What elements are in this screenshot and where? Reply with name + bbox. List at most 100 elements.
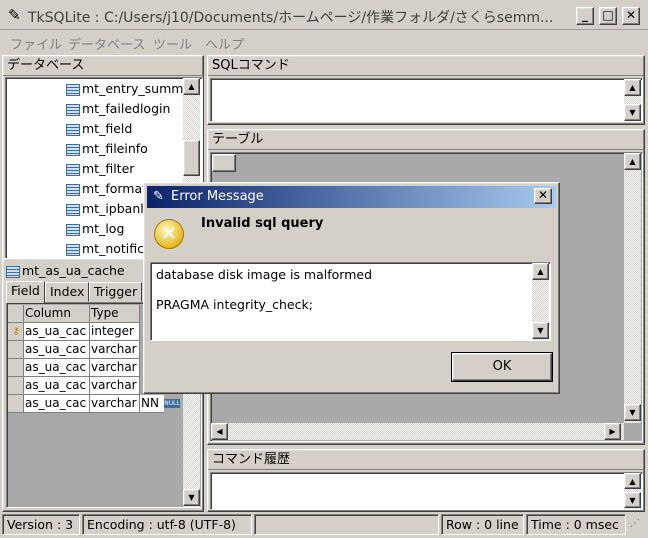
feather-icon: ✎ [153,189,164,204]
menu-file[interactable]: ファイル [10,34,62,53]
table-icon [66,83,80,96]
error-detail[interactable]: database disk image is malformed PRAGMA … [150,262,551,341]
scroll-up-arrow[interactable]: ▲ [183,78,200,95]
tree-item-label: mt_log [82,221,125,236]
detail-scrollbar[interactable]: ▲ ▼ [532,263,549,340]
tab-index[interactable]: Index [45,282,90,302]
tree-item[interactable]: mt_entry_summ [66,79,183,99]
sql-scroll-up[interactable]: ▲ [624,79,641,96]
column-name-cell[interactable]: as_ua_cac [24,341,90,359]
sql-scrollbar[interactable]: ▲ ▼ [624,79,641,121]
row-header[interactable] [8,341,24,359]
tree-item[interactable]: mt_ipbanli [66,199,147,219]
history-list[interactable]: ▲ ▼ [210,472,643,510]
menu-tools[interactable]: ツール [153,34,192,53]
table-name: mt_as_ua_cache [6,262,125,280]
history-scroll-up[interactable]: ▲ [624,473,641,489]
table-vscroll[interactable]: ▲ ▼ [624,153,641,423]
tree-item-label: mt_entry_summ [82,81,184,96]
tree-item[interactable]: mt_notific [66,239,144,259]
column-name-cell[interactable]: as_ua_cac [24,377,90,395]
tree-item[interactable]: mt_failedlogin [66,99,170,119]
tree-item-label: mt_fileinfo [82,141,148,156]
table-icon [66,163,80,176]
tree-item[interactable]: mt_filter [66,159,134,179]
status-row: Row : 0 line [441,514,524,535]
corner-header [212,154,236,172]
close-button[interactable]: ✕ [622,7,640,25]
tree-item[interactable]: mt_fileinfo [66,139,148,159]
column-name-cell[interactable]: as_ua_cac [24,323,90,341]
history-scrollbar[interactable]: ▲ ▼ [624,473,641,509]
window-title: TkSQLite : C:/Users/j10/Documents/ホームページ… [28,10,554,26]
row-header[interactable] [8,395,24,413]
column-type-cell[interactable]: varchar [90,377,140,395]
table-hscroll[interactable]: ◀ ▶ [211,423,624,440]
table-view-title: テーブル [208,130,644,150]
error-icon: ✕ [154,219,184,249]
sql-scroll-down[interactable]: ▼ [624,104,641,121]
column-type-cell[interactable]: varchar [90,395,140,413]
column-type-cell[interactable]: varchar [90,341,140,359]
ok-button[interactable]: OK [451,352,553,382]
table-icon [66,123,80,136]
column-header-type[interactable]: Type [90,305,140,323]
database-panel-title: データベース [3,56,203,76]
table-icon [66,183,80,196]
tab-field[interactable]: Field [6,281,45,303]
error-dialog: ✎ Error Message ✕ ✕ Invalid sql query da… [143,182,560,394]
minimize-button[interactable]: _ [576,7,594,25]
column-header-key[interactable] [8,305,24,323]
column-name-cell[interactable]: as_ua_cac [24,359,90,377]
tree-item[interactable]: mt_format [66,179,147,199]
table-icon [66,203,80,216]
sql-input[interactable]: ▲ ▼ [210,78,643,122]
scroll-down-arrow[interactable]: ▼ [183,489,200,506]
menu-bar: ファイル データベース ツール ヘルプ [0,31,648,53]
table-scroll-up[interactable]: ▲ [624,153,641,170]
tree-item-label: mt_filter [82,161,135,176]
key-icon[interactable]: ⚷ [8,323,24,341]
dialog-close-button[interactable]: ✕ [534,188,552,204]
table-scroll-right[interactable]: ▶ [604,423,621,440]
menu-database[interactable]: データベース [68,34,145,53]
tree-item-label: mt_field [82,121,133,136]
table-scroll-left[interactable]: ◀ [211,423,228,440]
feather-icon: ✎ [8,6,21,24]
status-version: Version : 3 [2,514,80,535]
row-header[interactable] [8,377,24,395]
column-name-cell[interactable]: as_ua_cac [24,395,90,413]
status-blank [254,514,439,535]
tree-item-label: mt_format [82,181,148,196]
tab-trigger[interactable]: Trigger [89,282,143,302]
sql-panel-title: SQLコマンド [208,56,644,76]
status-time: Time : 0 msec [526,514,626,535]
table-icon [66,223,80,236]
error-detail-line2: PRAGMA integrity_check; [156,297,313,312]
column-type-cell[interactable]: integer [90,323,140,341]
maximize-button[interactable]: □ [599,7,617,25]
status-encoding: Encoding : utf-8 (UTF-8) [82,514,252,535]
error-message: Invalid sql query [201,216,324,231]
title-bar: ✎ TkSQLite : C:/Users/j10/Documents/ホームペ… [0,0,648,30]
column-type-cell[interactable]: varchar [90,359,140,377]
column-header-column[interactable]: Column [24,305,90,323]
detail-scroll-up[interactable]: ▲ [532,263,549,280]
menu-help[interactable]: ヘルプ [205,34,244,53]
resize-grip-icon[interactable]: ⋰ [630,518,640,529]
table-icon [6,265,20,278]
dialog-title-bar: ✎ Error Message [147,186,556,208]
null-badge: NULL [164,399,180,408]
table-icon [66,143,80,156]
tree-item[interactable]: mt_field [66,119,132,139]
row-header[interactable] [8,359,24,377]
not-null-cell[interactable]: NN [140,395,164,413]
tree-item-label: mt_failedlogin [82,101,171,116]
detail-scroll-down[interactable]: ▼ [532,322,549,339]
scroll-thumb[interactable] [183,140,200,176]
tree-item[interactable]: mt_log [66,219,124,239]
history-scroll-down[interactable]: ▼ [624,492,641,508]
table-icon [66,243,80,256]
table-scroll-down[interactable]: ▼ [624,404,641,421]
dialog-title: Error Message [171,189,264,204]
